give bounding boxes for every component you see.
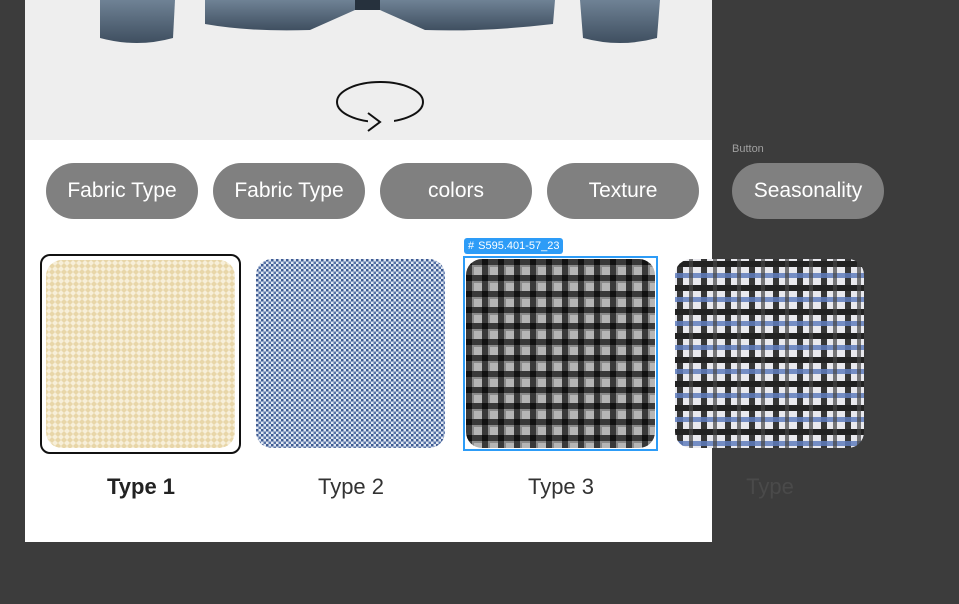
- black-check-fabric-icon: [466, 259, 655, 448]
- cream-fabric-icon: [46, 260, 235, 448]
- filter-chip-fabric-type[interactable]: Fabric Type: [46, 163, 198, 219]
- jacket-image: [100, 0, 660, 43]
- filter-chip-colors[interactable]: colors: [380, 163, 532, 219]
- selection-id-tag: # S595.401-57_23: [464, 238, 564, 254]
- filter-chip-texture[interactable]: Texture: [547, 163, 699, 219]
- chip-label: Fabric Type: [67, 179, 177, 202]
- chip-label: Fabric Type: [234, 179, 344, 202]
- jacket-preview: [25, 0, 712, 140]
- chip-label: Seasonality: [753, 179, 863, 202]
- swatch-label: Type 2: [317, 474, 385, 499]
- frame-hash-icon: #: [468, 240, 475, 252]
- filter-chip-seasonality[interactable]: Seasonality: [732, 163, 884, 219]
- selection-id-text: S595.401-57_23: [478, 240, 560, 252]
- swatch-label: Type 1: [106, 474, 176, 499]
- blue-fabric-icon[interactable]: [256, 259, 445, 448]
- filter-chip-fabric-type-2[interactable]: Fabric Type: [213, 163, 365, 219]
- chip-label: Texture: [588, 179, 658, 202]
- fabric-swatch-type-1[interactable]: [40, 254, 241, 454]
- chip-label: colors: [427, 179, 485, 202]
- swatch-label: Type 3: [527, 474, 595, 499]
- swatch-label: Type: [746, 474, 794, 499]
- plaid-fabric-icon[interactable]: [675, 259, 864, 448]
- rotate-view-icon[interactable]: [332, 78, 428, 134]
- component-hint-label: Button: [732, 143, 764, 155]
- fabric-swatch-type-3[interactable]: [463, 256, 658, 451]
